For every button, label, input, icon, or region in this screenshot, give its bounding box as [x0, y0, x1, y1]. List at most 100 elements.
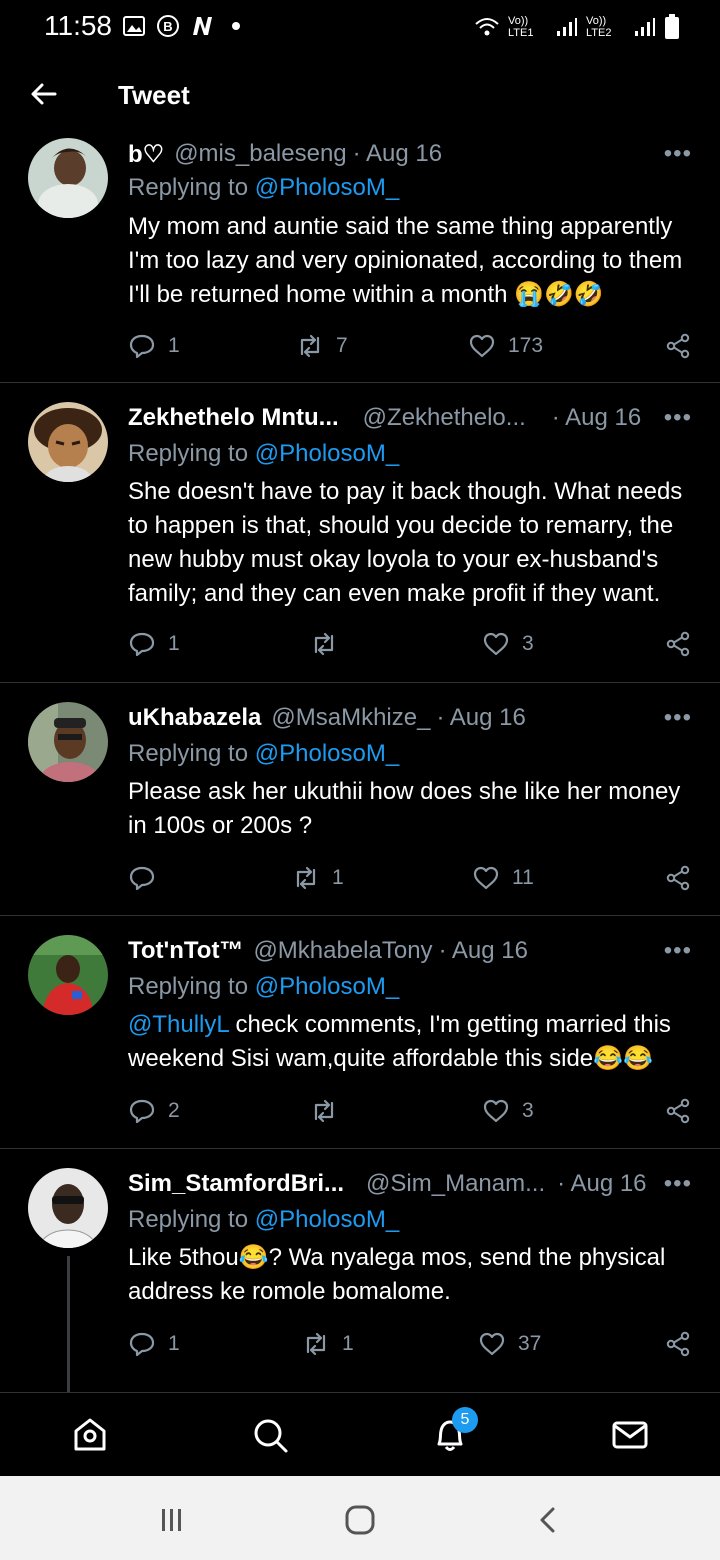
heart-icon	[483, 1099, 509, 1123]
wifi-icon	[475, 18, 499, 36]
like-count: 173	[508, 334, 544, 357]
display-name[interactable]: Tot'nTot™	[128, 937, 243, 965]
reply-mention-link[interactable]: @PholosoM_	[255, 973, 399, 1000]
like-button[interactable]: 37	[478, 1326, 541, 1362]
display-name[interactable]: b♡	[128, 140, 164, 169]
tweet[interactable]: b♡ @mis_baleseng · Aug 16 ••• Replying t…	[0, 136, 720, 383]
like-button[interactable]: 3	[482, 626, 534, 662]
back-button[interactable]	[26, 76, 62, 112]
more-options-button[interactable]: •••	[664, 704, 692, 732]
avatar[interactable]	[28, 1168, 108, 1248]
more-options-button[interactable]: •••	[664, 1170, 692, 1198]
handle[interactable]: @MsaMkhize_	[271, 704, 430, 732]
reply-button[interactable]	[128, 860, 168, 896]
retweet-button[interactable]: 7	[296, 328, 348, 364]
replying-to: Replying to @PholosoM_	[128, 174, 399, 202]
replying-to: Replying to @PholosoM_	[128, 973, 399, 1001]
handle[interactable]: @mis_baleseng	[174, 140, 346, 168]
nav-search[interactable]	[248, 1413, 292, 1457]
chevron-left-icon	[540, 1507, 555, 1533]
tweet-text-line: in 100s or 200s ?	[128, 812, 313, 839]
share-icon	[666, 631, 690, 657]
tweet-text-line: My mom and auntie said the same thing ap…	[128, 213, 673, 240]
more-options-button[interactable]: •••	[664, 404, 692, 432]
display-name[interactable]: Zekhethelo Mntu...	[128, 404, 339, 432]
reply-count: 1	[168, 632, 180, 655]
reply-button[interactable]: 1	[128, 626, 180, 662]
reply-count: 1	[168, 334, 180, 357]
tweet-text-line: address ke romole bomalome.	[128, 1278, 451, 1305]
retweet-button[interactable]	[310, 1093, 350, 1129]
dot-icon	[224, 14, 248, 38]
tweet-date: · Aug 16	[436, 704, 526, 731]
like-button[interactable]: 3	[482, 1093, 534, 1129]
tweet-text-line: family; and they can even make profit if…	[128, 580, 661, 607]
n-icon	[190, 14, 214, 38]
avatar[interactable]	[28, 138, 108, 218]
like-count: 3	[522, 632, 534, 655]
battery-icon	[665, 14, 679, 39]
status-time: 11:58	[44, 10, 112, 41]
svg-text:B: B	[163, 19, 172, 34]
reply-mention-link[interactable]: @PholosoM_	[255, 1206, 399, 1233]
reply-button[interactable]: 1	[128, 1326, 180, 1362]
tweet-text: She doesn't have to pay it back though. …	[128, 475, 703, 611]
tweet-text: My mom and auntie said the same thing ap…	[128, 210, 703, 312]
tweet[interactable]: Tot'nTot™ @MkhabelaTony · Aug 16 ••• Rep…	[0, 915, 720, 1149]
like-button[interactable]: 11	[472, 860, 534, 896]
notification-badge: 5	[452, 1407, 478, 1433]
tweet-text-line: weekend Sisi wam,quite affordable this s…	[128, 1045, 653, 1072]
more-options-button[interactable]: •••	[664, 937, 692, 965]
tweet-text-line: to happen is that, should you decide to …	[128, 512, 674, 539]
handle[interactable]: @MkhabelaTony	[253, 937, 432, 965]
heart-icon	[473, 866, 499, 890]
heart-icon	[479, 1332, 505, 1356]
home-circle-icon	[345, 1505, 375, 1535]
tweet[interactable]: Sim_StamfordBri... @Sim_Manam... · Aug 1…	[0, 1148, 720, 1392]
home-icon	[74, 1418, 106, 1451]
more-options-button[interactable]: •••	[664, 140, 692, 168]
share-button[interactable]	[664, 626, 692, 662]
nav-messages[interactable]	[608, 1413, 652, 1457]
retweet-icon	[296, 866, 316, 890]
tweet-text-line: She doesn't have to pay it back though. …	[128, 478, 683, 505]
status-bar: 11:58 B Vo)) LTE1 Vo)) LTE2	[0, 0, 720, 56]
display-name[interactable]: Sim_StamfordBri...	[128, 1170, 344, 1198]
retweet-button[interactable]: 1	[302, 1326, 354, 1362]
like-button[interactable]: 173	[468, 328, 543, 364]
reply-mention-link[interactable]: @PholosoM_	[255, 740, 399, 767]
handle[interactable]: @Sim_Manam...	[366, 1170, 545, 1198]
retweet-icon	[306, 1332, 326, 1356]
retweet-button[interactable]	[310, 626, 350, 662]
tweet-header: uKhabazela @MsaMkhize_ · Aug 16	[128, 702, 698, 734]
share-button[interactable]	[664, 328, 692, 364]
share-button[interactable]	[664, 1326, 692, 1362]
tweet-text-line: Like 5thou😂? Wa nyalega mos, send the ph…	[128, 1244, 666, 1271]
back-system-button[interactable]	[528, 1502, 568, 1538]
recent-apps-icon	[162, 1509, 181, 1531]
share-button[interactable]	[664, 860, 692, 896]
tweet-text-line: Please ask her ukuthii how does she like…	[128, 778, 681, 805]
status-notification-icons: B	[122, 14, 248, 38]
reply-button[interactable]: 1	[128, 328, 180, 364]
home-system-button[interactable]	[340, 1502, 380, 1538]
retweet-button[interactable]: 1	[292, 860, 344, 896]
tweet[interactable]: uKhabazela @MsaMkhize_ · Aug 16 ••• Repl…	[0, 682, 720, 916]
share-button[interactable]	[664, 1093, 692, 1129]
avatar[interactable]	[28, 702, 108, 782]
reply-mention-link[interactable]: @PholosoM_	[255, 440, 399, 467]
avatar[interactable]	[28, 935, 108, 1015]
tweet-date: · Aug 16	[438, 937, 528, 964]
display-name[interactable]: uKhabazela	[128, 704, 261, 732]
nav-home[interactable]	[68, 1413, 112, 1457]
reply-count: 1	[168, 1332, 180, 1355]
avatar[interactable]	[28, 402, 108, 482]
handle[interactable]: @Zekhethelo...	[363, 404, 526, 432]
mention-link[interactable]: @ThullyL	[128, 1011, 229, 1038]
reply-mention-link[interactable]: @PholosoM_	[255, 174, 399, 201]
recent-apps-button[interactable]	[152, 1502, 192, 1538]
tweet-date: · Aug 16	[551, 404, 642, 431]
reply-button[interactable]: 2	[128, 1093, 180, 1129]
replying-to: Replying to @PholosoM_	[128, 440, 399, 468]
tweet[interactable]: Zekhethelo Mntu... @Zekhethelo... · Aug …	[0, 382, 720, 683]
